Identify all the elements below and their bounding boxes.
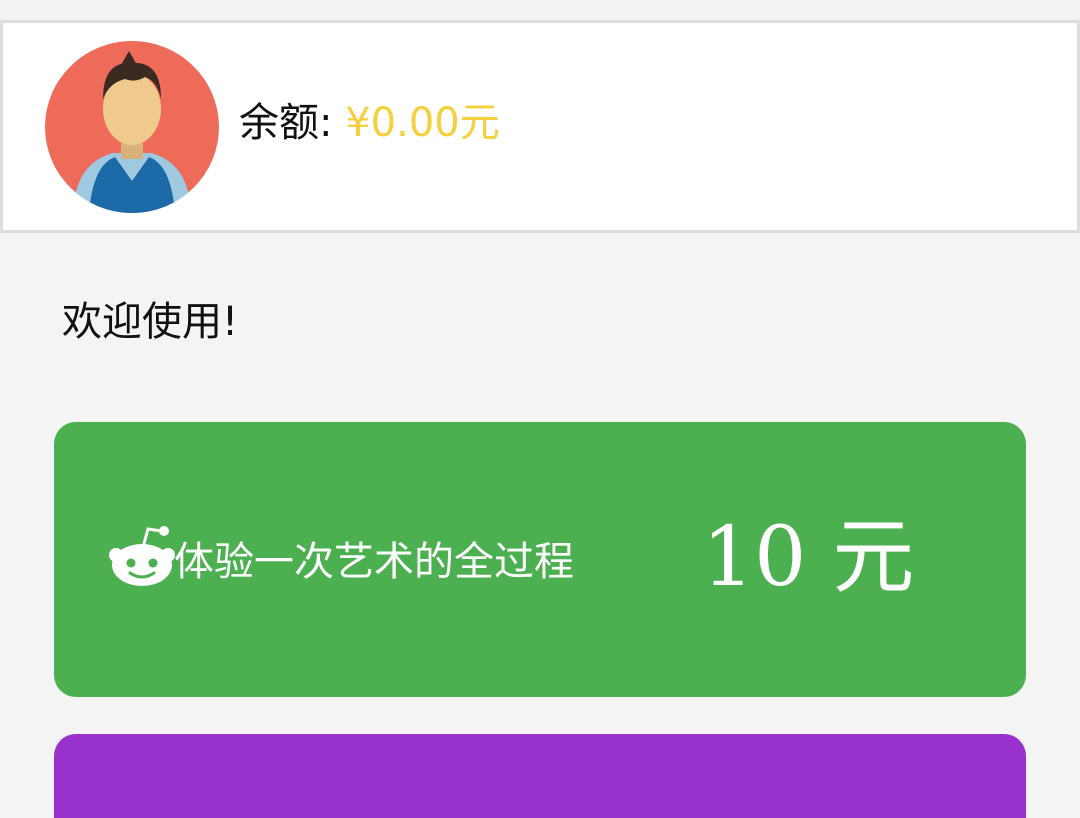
- avatar[interactable]: [45, 41, 219, 213]
- plan-card-second[interactable]: [54, 734, 1026, 818]
- profile-card: 余额: ¥0.00元: [0, 20, 1080, 233]
- plan-price: 10 元: [702, 510, 915, 605]
- reddit-alien-icon: [108, 523, 176, 589]
- welcome-text: 欢迎使用!: [62, 299, 239, 345]
- plan-description: 体验一次艺术的全过程: [174, 539, 574, 585]
- balance-line: 余额: ¥0.00元: [239, 97, 500, 149]
- page: 余额: ¥0.00元 欢迎使用! 体验一次艺术的全过程 10 元: [0, 0, 1080, 818]
- user-avatar-icon: [73, 51, 191, 213]
- top-gap: [0, 0, 1080, 20]
- plan-card-trial[interactable]: 体验一次艺术的全过程 10 元: [54, 422, 1026, 697]
- balance-label: 余额:: [239, 100, 333, 146]
- balance-amount: ¥0.00元: [345, 100, 500, 146]
